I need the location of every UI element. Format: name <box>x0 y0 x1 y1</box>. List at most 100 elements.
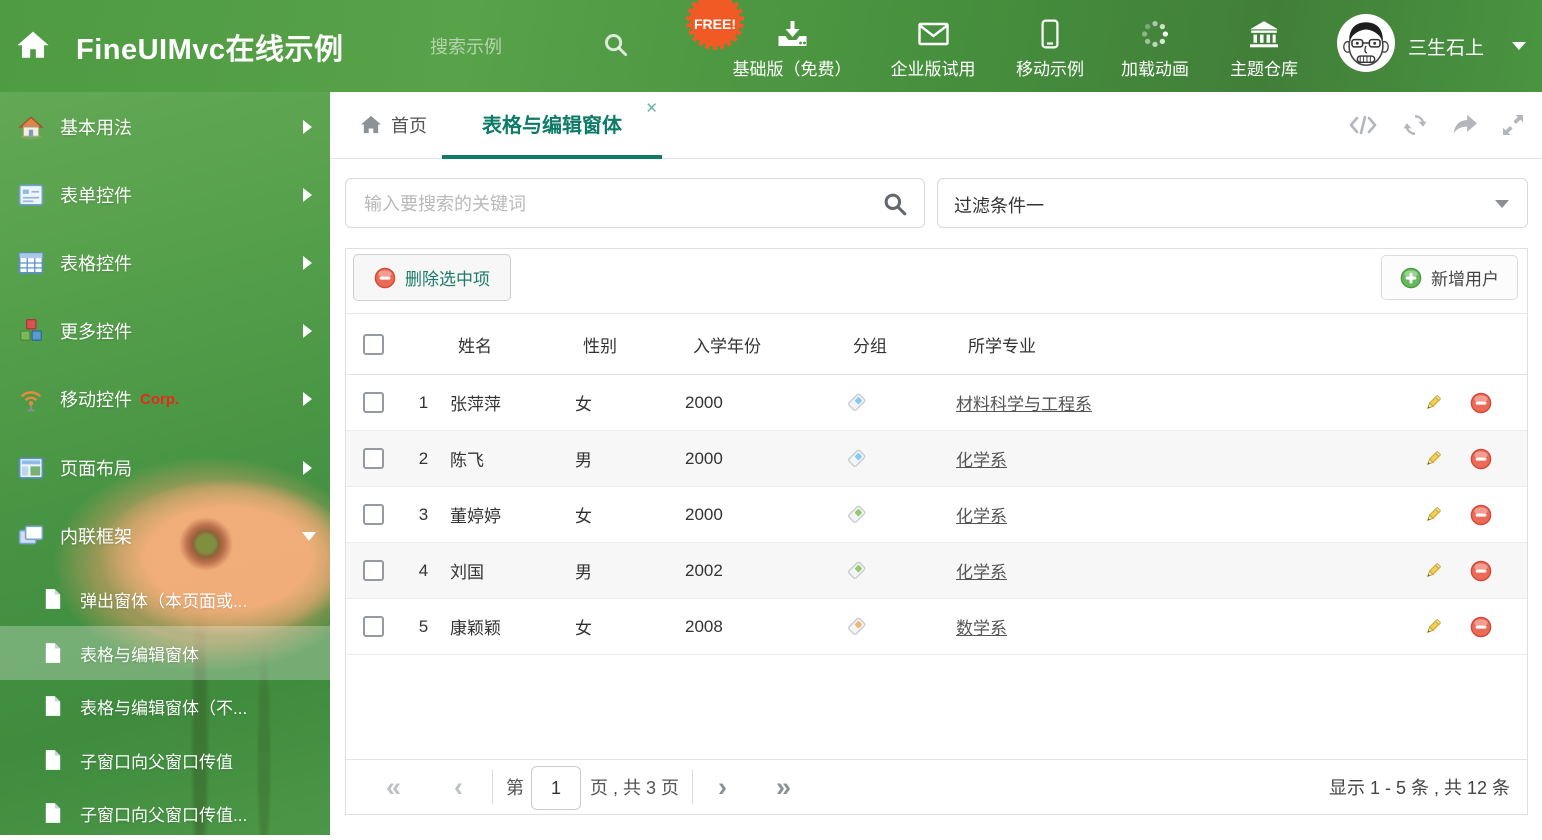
prev-page-icon[interactable]: ‹ <box>454 773 463 801</box>
sidebar-item-iframe[interactable]: 内联框架 <box>0 502 330 570</box>
next-page-icon[interactable]: › <box>718 773 727 801</box>
edit-pencil-icon[interactable] <box>1423 505 1443 525</box>
edit-pencil-icon[interactable] <box>1423 449 1443 469</box>
home-icon[interactable] <box>16 28 50 62</box>
nav-mobile-demo[interactable]: 移动示例 <box>1016 16 1084 80</box>
chevron-right-icon <box>303 392 312 406</box>
major-link[interactable]: 化学系 <box>956 563 1007 582</box>
refresh-icon[interactable] <box>1402 113 1428 137</box>
col-group[interactable]: 分组 <box>841 332 956 357</box>
last-page-icon[interactable]: » <box>776 773 791 801</box>
cell-gender: 男 <box>575 451 592 470</box>
major-link[interactable]: 材料科学与工程系 <box>956 395 1092 414</box>
pager-divider <box>492 770 493 804</box>
chevron-right-icon <box>303 461 312 475</box>
tab-toolbar <box>1348 92 1524 158</box>
home-tab-icon <box>360 115 382 135</box>
nav-loading-anim[interactable]: 加载动画 <box>1121 16 1189 80</box>
row-checkbox[interactable] <box>363 504 384 525</box>
col-major[interactable]: 所学专业 <box>956 332 1387 357</box>
spinner-icon <box>1121 16 1189 52</box>
delete-row-icon[interactable] <box>1470 392 1492 414</box>
record-summary: 显示 1 - 5 条 , 共 12 条 <box>1328 778 1510 798</box>
col-gender[interactable]: 性别 <box>571 332 681 357</box>
sidebar-subitem-grid-edit-window[interactable]: 表格与编辑窗体 <box>0 626 330 680</box>
source-code-icon[interactable] <box>1348 113 1378 137</box>
tag-icon <box>841 560 956 582</box>
pagination-bar: « ‹ 第 页 , 共 3 页 › » 显示 1 - 5 条 , 共 12 条 <box>346 759 1527 814</box>
page-number-input[interactable] <box>531 766 581 810</box>
grid-panel: 删除选中项 新增用户 姓名 性别 入学年份 分组 所学专业 1 张萍萍 女 20… <box>345 248 1528 815</box>
nav-enterprise-trial[interactable]: 企业版试用 <box>891 16 976 80</box>
sidebar-item-form-controls[interactable]: 表单控件 <box>0 161 330 229</box>
download-icon <box>733 16 852 52</box>
sidebar-item-more-controls[interactable]: 更多控件 <box>0 297 330 365</box>
select-all-checkbox[interactable] <box>363 333 384 355</box>
table-icon <box>18 251 44 275</box>
filter-dropdown[interactable]: 过滤条件一 <box>937 178 1528 228</box>
row-checkbox[interactable] <box>363 560 384 581</box>
frames-icon <box>18 524 44 548</box>
delete-row-icon[interactable] <box>1470 448 1492 470</box>
nav-theme-store[interactable]: 主题仓库 <box>1230 16 1298 80</box>
cell-name: 董婷婷 <box>450 507 501 526</box>
first-page-icon[interactable]: « <box>386 773 401 801</box>
col-year[interactable]: 入学年份 <box>681 332 841 357</box>
major-link[interactable]: 数学系 <box>956 619 1007 638</box>
header-search-input[interactable] <box>428 30 592 64</box>
top-header: FineUIMvc在线示例 FREE! 基础版（免费） 企业版试用 移动示例 <box>0 0 1542 92</box>
delete-row-icon[interactable] <box>1470 560 1492 582</box>
add-user-button[interactable]: 新增用户 <box>1381 255 1518 300</box>
bank-icon <box>1230 16 1298 52</box>
share-icon[interactable] <box>1452 114 1478 136</box>
chevron-right-icon <box>303 188 312 202</box>
file-icon <box>44 695 64 717</box>
sidebar-subitem-grid-edit-window-2[interactable]: 表格与编辑窗体（不... <box>0 679 330 733</box>
edit-pencil-icon[interactable] <box>1423 393 1443 413</box>
data-grid: 姓名 性别 入学年份 分组 所学专业 1 张萍萍 女 2000 材料科学与工程系 <box>346 313 1527 655</box>
envelope-icon <box>891 16 976 52</box>
col-name[interactable]: 姓名 <box>446 332 571 357</box>
dropdown-caret-icon <box>1495 200 1509 208</box>
row-checkbox[interactable] <box>363 448 384 469</box>
delete-selected-button[interactable]: 删除选中项 <box>353 254 511 301</box>
tag-icon <box>841 616 956 638</box>
sidebar-subitem-child-to-parent[interactable]: 子窗口向父窗口传值 <box>0 733 330 787</box>
tab-home[interactable]: 首页 <box>360 92 427 158</box>
sidebar-item-page-layout[interactable]: 页面布局 <box>0 434 330 502</box>
sidebar-item-mobile-controls[interactable]: 移动控件 Corp. <box>0 365 330 433</box>
delete-row-icon[interactable] <box>1470 616 1492 638</box>
tab-grid-edit-window[interactable]: 表格与编辑窗体 ✕ <box>442 92 662 159</box>
sidebar-subitem-child-to-parent-2[interactable]: 子窗口向父窗口传值... <box>0 786 330 840</box>
major-link[interactable]: 化学系 <box>956 451 1007 470</box>
sidebar-item-grid-controls[interactable]: 表格控件 <box>0 229 330 297</box>
cell-year: 2000 <box>685 504 723 524</box>
row-checkbox[interactable] <box>363 392 384 413</box>
nav-basic-edition[interactable]: 基础版（免费） <box>733 16 852 80</box>
user-avatar[interactable] <box>1337 14 1395 72</box>
cell-year: 2000 <box>685 448 723 468</box>
keyword-search-input[interactable] <box>362 179 886 229</box>
edit-pencil-icon[interactable] <box>1423 561 1443 581</box>
plus-circle-icon <box>1400 267 1422 288</box>
header-search-icon[interactable] <box>602 31 629 58</box>
filter-dropdown-value: 过滤条件一 <box>954 196 1044 216</box>
expand-icon[interactable] <box>1502 114 1524 136</box>
grid-header-row: 姓名 性别 入学年份 分组 所学专业 <box>346 313 1527 375</box>
sidebar-item-basic-usage[interactable]: 基本用法 <box>0 93 330 161</box>
delete-row-icon[interactable] <box>1470 504 1492 526</box>
cell-gender: 女 <box>575 619 592 638</box>
page-label-suffix: 页 , 共 3 页 <box>590 778 680 798</box>
edit-pencil-icon[interactable] <box>1423 617 1443 637</box>
sidebar-subitem-popup-window[interactable]: 弹出窗体（本页面或... <box>0 572 330 626</box>
user-name[interactable]: 三生石上 <box>1408 33 1484 60</box>
main-content: 首页 表格与编辑窗体 ✕ 过滤条件一 <box>330 92 1542 835</box>
row-checkbox[interactable] <box>363 616 384 637</box>
tab-close-icon[interactable]: ✕ <box>645 101 658 116</box>
cell-name: 康颖颖 <box>450 619 501 638</box>
antenna-icon <box>18 386 44 412</box>
chevron-right-icon <box>303 120 312 134</box>
major-link[interactable]: 化学系 <box>956 507 1007 526</box>
user-menu-caret-icon[interactable] <box>1512 42 1526 50</box>
search-icon[interactable] <box>882 191 908 217</box>
